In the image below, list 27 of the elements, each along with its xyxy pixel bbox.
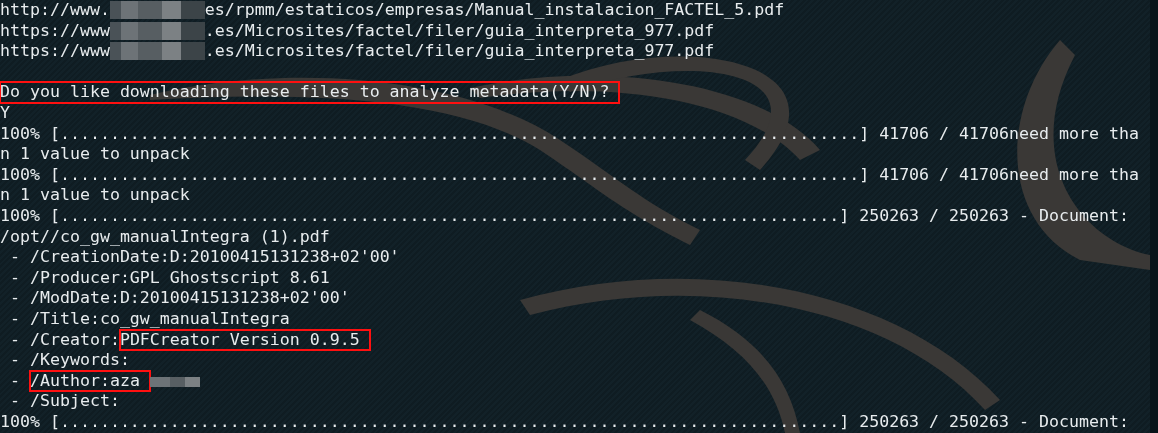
scrollbar[interactable] [1150, 0, 1158, 433]
terminal-text: 100% [................................................................................] 41706 / 41706need more tha [0, 164, 1139, 186]
terminal-text: - /Producer:GPL Ghostscript 8.61 [9, 267, 330, 289]
terminal-text: Y [0, 102, 10, 124]
terminal-text: - /Keywords: [9, 350, 130, 371]
terminal-text: /opt//co_gw_manualIntegra (1).pdf [0, 226, 330, 248]
terminal-text: .es/Microsites/factel/filer/guia_interpreta_977.pdf [204, 20, 715, 42]
terminal-text: 100% [..............................................................................] 250263 / 250263 - Document: [0, 411, 1129, 433]
terminal-text: https://www [0, 41, 110, 62]
terminal-text: http://www. [0, 0, 110, 21]
terminal-text: - /Subject: [9, 391, 120, 412]
highlighted-text: /Author:aza [30, 370, 150, 392]
terminal-text: - [9, 370, 21, 392]
terminal-text: https://www [0, 20, 110, 42]
terminal-text: - /ModDate:D:20100415131238+02'00' [9, 288, 350, 309]
highlighted-text: Do you like downloading these files to analyze metadata(Y/N)? [0, 82, 620, 103]
terminal-text: n 1 value to unpack [0, 185, 190, 206]
terminal-text: - /CreationDate:D:20100415131238+02'00' [9, 247, 400, 268]
terminal-text: - /Creator: [9, 329, 120, 351]
terminal-text: es/rpmm/estaticos/empresas/Manual_instalacion_FACTEL_5.pdf [204, 0, 785, 21]
terminal-text: - /Title:co_gw_manualIntegra [9, 308, 290, 330]
terminal-text: 100% [..............................................................................] 250263 / 250263 - Document: [0, 205, 1129, 227]
terminal-text: .es/Microsites/factel/filer/guia_interpreta_977.pdf [204, 41, 715, 62]
terminal-text: n 1 value to unpack [0, 144, 190, 165]
highlighted-text: PDFCreator Version 0.9.5 [119, 329, 370, 351]
terminal-text: 100% [................................................................................] 41706 / 41706need more tha [0, 123, 1139, 145]
redaction-block [149, 376, 200, 387]
